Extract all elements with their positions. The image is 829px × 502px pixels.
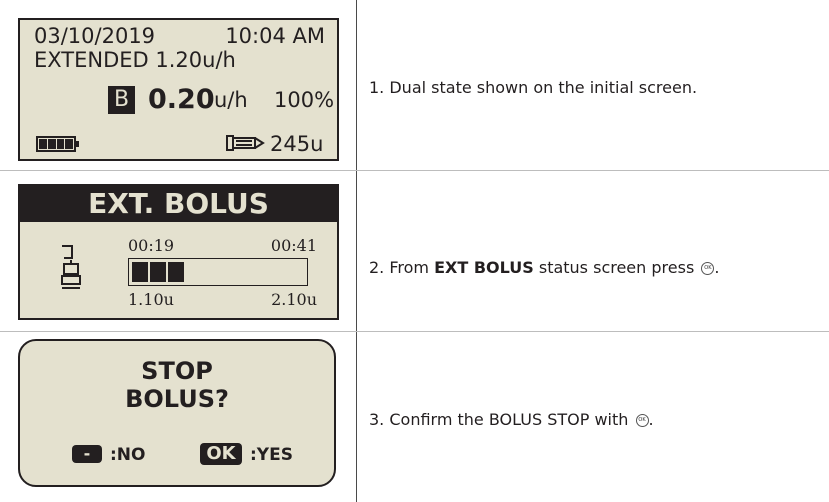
extended-rate-text: EXTENDED 1.20u/h: [34, 48, 236, 72]
pump-icon: [61, 245, 81, 289]
step-2-text: 2. From EXT BOLUS status screen press OK…: [369, 258, 719, 277]
bolus-progress-bar: [128, 258, 308, 286]
progress-segment: [150, 262, 166, 282]
progress-segment: [132, 262, 148, 282]
reservoir-icon: [226, 135, 265, 151]
battery-tip: [76, 141, 79, 147]
row-divider: [0, 331, 829, 332]
step-1-text: 1. Dual state shown on the initial scree…: [369, 78, 698, 97]
time-text: 10:04 AM: [225, 24, 325, 48]
step-2-end: .: [714, 258, 720, 277]
step-2-post: status screen press: [533, 258, 695, 277]
row-divider: [0, 170, 829, 171]
date-text: 03/10/2019: [34, 24, 156, 48]
stop-question-line2: BOLUS?: [125, 385, 229, 413]
step-2-pre: 2. From: [369, 258, 435, 277]
remaining-time: 00:41: [270, 236, 317, 255]
battery-icon: [36, 136, 76, 152]
minus-key-icon: -: [72, 445, 102, 463]
column-divider: [356, 0, 357, 502]
step-2-bold: EXT BOLUS: [434, 258, 534, 277]
step-3-end: .: [648, 410, 654, 429]
lcd-home-screen: 03/10/2019 10:04 AM EXTENDED 1.20u/h B 0…: [18, 18, 339, 161]
ok-button-icon: OK: [701, 262, 715, 275]
basal-rate-unit: u/h: [214, 88, 248, 112]
step-3-text: 3. Confirm the BOLUS STOP with OK.: [369, 410, 654, 429]
lcd-ext-bolus-screen: EXT. BOLUS 00:19 00:41 1.10u 2.10u: [18, 184, 339, 320]
reservoir-units: 245u: [270, 132, 324, 156]
step-3-pre: 3. Confirm the BOLUS STOP with: [369, 410, 629, 429]
no-label: :NO: [110, 445, 146, 465]
elapsed-time: 00:19: [128, 236, 175, 255]
total-amount: 2.10u: [271, 290, 317, 309]
lcd-stop-bolus-screen: STOP BOLUS? - :NO OK :YES: [18, 339, 336, 487]
yes-label: :YES: [250, 445, 293, 465]
basal-rate-value: 0.20: [148, 84, 215, 115]
stop-question-line1: STOP: [141, 357, 213, 385]
ok-button-icon: OK: [635, 414, 649, 427]
basal-percent: 100%: [274, 88, 335, 112]
ok-key-icon: OK: [200, 443, 242, 465]
delivered-amount: 1.10u: [128, 290, 174, 309]
ext-bolus-title: EXT. BOLUS: [20, 186, 337, 222]
progress-segment: [168, 262, 184, 282]
instruction-table: 03/10/2019 10:04 AM EXTENDED 1.20u/h B 0…: [0, 0, 829, 502]
basal-badge: B: [108, 86, 136, 114]
